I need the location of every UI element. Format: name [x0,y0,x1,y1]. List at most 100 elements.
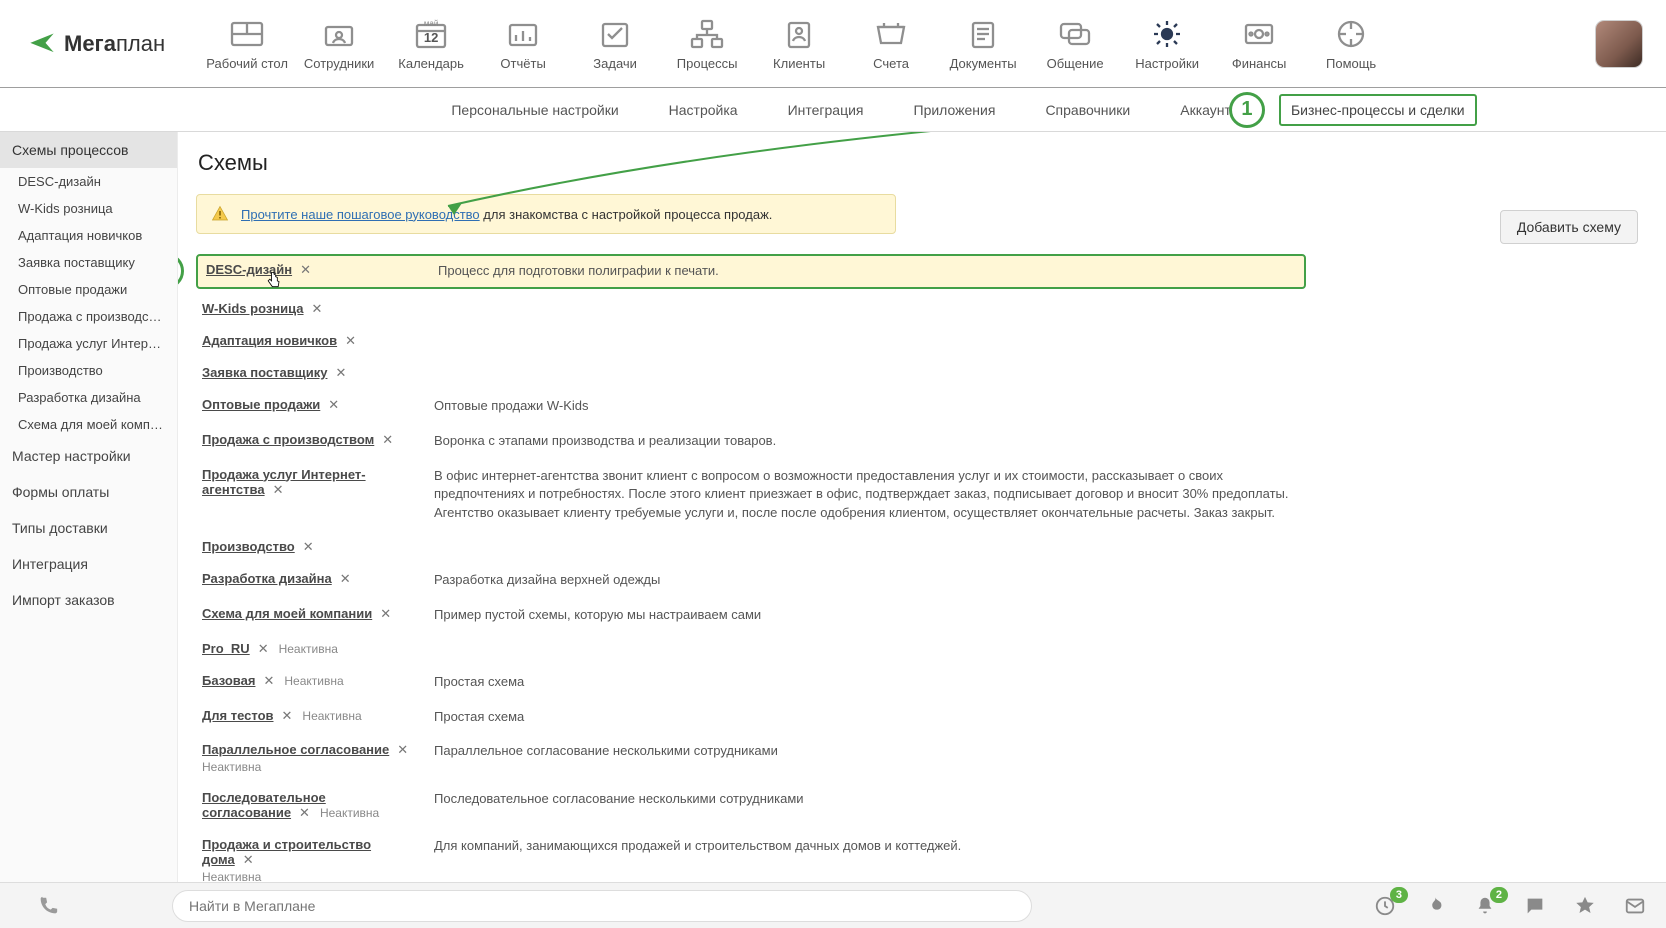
scheme-delete-icon[interactable]: ✕ [303,539,314,554]
topnav-calendar[interactable]: май12Календарь [389,7,473,81]
sidebar-sub-item[interactable]: W-Kids розница [0,195,177,222]
scheme-row: Продажа и строительство дома✕ Неактивна Дл… [196,833,1306,882]
scheme-link[interactable]: Параллельное согласование [202,742,389,757]
scheme-delete-icon[interactable]: ✕ [263,673,274,688]
star-icon[interactable] [1572,893,1598,919]
sidebar-sub-item[interactable]: Схема для моей компании [0,411,177,438]
employees-icon [318,16,360,52]
topnav-employees[interactable]: Сотрудники [297,7,381,81]
scheme-row: Производство ✕ [196,535,1306,559]
sidebar-sub-item[interactable]: DESC-дизайн [0,168,177,195]
sidebar-sub-item[interactable]: Продажа услуг Интернет-аге… [0,330,177,357]
sidebar-sub-item[interactable]: Заявка поставщику [0,249,177,276]
scheme-delete-icon[interactable]: ✕ [312,301,323,316]
topnav-finance[interactable]: Финансы [1217,7,1301,81]
scheme-link[interactable]: Продажа услуг Интернет-агентства [202,467,366,497]
mail-icon[interactable] [1622,893,1648,919]
tab-apps[interactable]: Приложения [912,98,998,122]
scheme-delete-icon[interactable]: ✕ [299,805,310,820]
avatar[interactable] [1596,21,1642,67]
scheme-delete-icon[interactable]: ✕ [328,397,339,412]
notice-link[interactable]: Прочтите наше пошаговое руководство [241,207,480,222]
scheme-row: Продажа с производством✕Воронка с этапам… [196,428,1306,455]
topnav-documents[interactable]: Документы [941,7,1025,81]
scheme-link[interactable]: Продажа и строительство дома [202,837,371,867]
tab-directories[interactable]: Справочники [1043,98,1132,122]
sidebar-item[interactable]: Интеграция [0,546,177,582]
tab-business-processes[interactable]: 1 Бизнес-процессы и сделки [1279,94,1477,126]
scheme-link[interactable]: Производство [202,539,295,554]
logo[interactable]: Мегаплан [28,0,165,87]
scheme-delete-icon[interactable]: ✕ [382,432,393,447]
topnav-desktop[interactable]: Рабочий стол [205,7,289,81]
scheme-delete-icon[interactable]: ✕ [397,742,408,757]
scheme-link[interactable]: Продажа с производством [202,432,374,447]
scheme-description: Для компаний, занимающихся продажей и ст… [434,837,1300,856]
topnav-chat[interactable]: Общение [1033,7,1117,81]
sidebar-sub-item[interactable]: Адаптация новичков [0,222,177,249]
scheme-delete-icon[interactable]: ✕ [258,641,269,656]
sidebar-item[interactable]: Импорт заказов [0,582,177,618]
scheme-link[interactable]: Pro_RU [202,641,250,656]
tab-personal[interactable]: Персональные настройки [449,98,620,122]
scheme-link[interactable]: Базовая [202,673,255,688]
scheme-link[interactable]: Схема для моей компании [202,606,372,621]
scheme-link[interactable]: Заявка поставщику [202,365,327,380]
scheme-delete-icon[interactable]: ✕ [273,482,284,497]
inactive-label: Неактивна [202,870,412,882]
finance-icon [1238,16,1280,52]
topnav-processes[interactable]: Процессы [665,7,749,81]
scheme-delete-icon[interactable]: ✕ [300,262,311,277]
scheme-delete-icon[interactable]: ✕ [340,571,351,586]
scheme-row: Последовательное согласование✕НеактивнаП… [196,786,1306,825]
sidebar-item[interactable]: Формы оплаты [0,474,177,510]
scheme-link[interactable]: W-Kids розница [202,301,304,316]
clock-icon[interactable]: 3 [1372,893,1398,919]
bell-icon[interactable]: 2 [1472,893,1498,919]
sidebar-group-schemes[interactable]: Схемы процессов [0,132,177,168]
scheme-link[interactable]: DESC-дизайн [206,262,292,277]
topnav-settings[interactable]: Настройки [1125,7,1209,81]
scheme-delete-icon[interactable]: ✕ [282,708,293,723]
scheme-link[interactable]: Адаптация новичков [202,333,337,348]
add-scheme-button[interactable]: Добавить схему [1500,210,1638,244]
tab-business-processes-label: Бизнес-процессы и сделки [1291,102,1465,118]
scheme-link[interactable]: Для тестов [202,708,274,723]
scheme-delete-icon[interactable]: ✕ [335,365,346,380]
topnav-help[interactable]: Помощь [1309,7,1393,81]
sidebar-sub-item[interactable]: Оптовые продажи [0,276,177,303]
page-title: Схемы [198,150,1638,176]
scheme-description: Оптовые продажи W-Kids [434,397,1300,416]
sidebar-sub-item[interactable]: Производство [0,357,177,384]
search-input[interactable] [172,890,1032,922]
chat-icon[interactable] [1522,893,1548,919]
inactive-label: Неактивна [279,642,338,656]
topnav-accounts[interactable]: Счета [849,7,933,81]
scheme-delete-icon[interactable]: ✕ [380,606,391,621]
scheme-row: Для тестов✕НеактивнаПростая схема [196,704,1306,731]
topnav-label: Документы [950,56,1017,71]
scheme-row: Базовая✕НеактивнаПростая схема [196,669,1306,696]
tasks-icon [594,16,636,52]
notice-text: Прочтите наше пошаговое руководство для … [241,207,772,222]
footer-bar: 3 2 [0,882,1666,928]
tab-integration[interactable]: Интеграция [786,98,866,122]
topnav-tasks[interactable]: Задачи [573,7,657,81]
sidebar-sub-item[interactable]: Продажа с производством [0,303,177,330]
tab-account[interactable]: Аккаунт [1178,98,1233,122]
topnav-label: Календарь [398,56,464,71]
scheme-link[interactable]: Разработка дизайна [202,571,332,586]
topnav-clients[interactable]: Клиенты [757,7,841,81]
topnav-reports[interactable]: Отчёты [481,7,565,81]
scheme-delete-icon[interactable]: ✕ [345,333,356,348]
sidebar-item[interactable]: Типы доставки [0,510,177,546]
scheme-delete-icon[interactable]: ✕ [243,852,254,867]
sidebar-item[interactable]: Мастер настройки [0,438,177,474]
scheme-link[interactable]: Оптовые продажи [202,397,320,412]
flame-icon[interactable] [1422,893,1448,919]
phone-icon[interactable] [18,895,78,917]
tab-setup[interactable]: Настройка [667,98,740,122]
chat-icon [1054,16,1096,52]
topnav-label: Счета [873,56,909,71]
sidebar-sub-item[interactable]: Разработка дизайна [0,384,177,411]
